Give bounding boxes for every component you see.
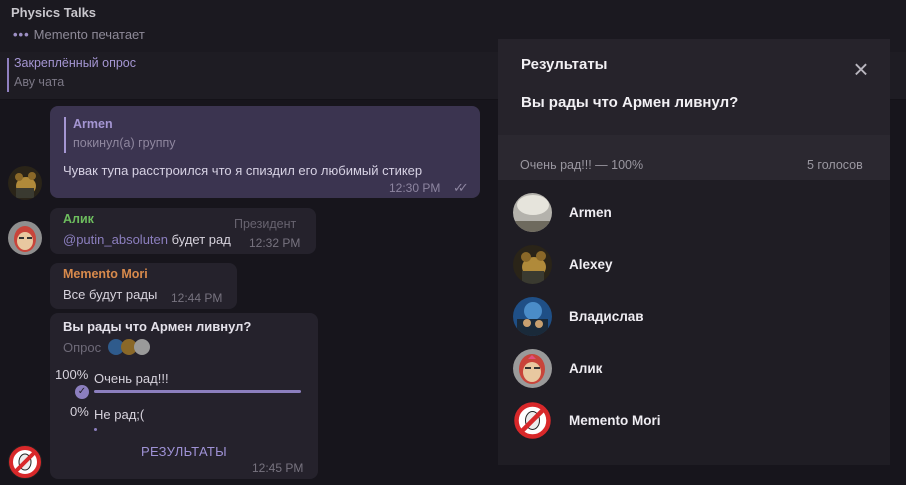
avatar xyxy=(513,245,552,284)
admin-badge: Президент xyxy=(234,217,297,231)
voter-row[interactable]: Memento Mori xyxy=(498,395,890,447)
avatar-bear[interactable] xyxy=(8,166,42,200)
poll-option-label: Не рад;( xyxy=(94,407,145,422)
avatar xyxy=(513,349,552,388)
message-text-rest: будет рад xyxy=(168,232,231,247)
pinned-accent-bar xyxy=(7,58,9,92)
avatar xyxy=(513,193,552,232)
poll-results-button[interactable]: РЕЗУЛЬТАТЫ xyxy=(141,444,227,459)
double-check-icon: ✓✓ xyxy=(453,180,469,195)
sender-name[interactable]: Алик xyxy=(63,212,94,226)
voter-row[interactable]: Алик xyxy=(498,343,890,395)
voter-name: Alexey xyxy=(569,257,613,272)
poll-option-bar xyxy=(94,428,97,431)
message-time: 12:32 PM xyxy=(249,236,301,250)
voter-name: Владислав xyxy=(569,309,644,324)
voter-row[interactable]: Armen xyxy=(498,187,890,239)
reply-sender-name[interactable]: Armen xyxy=(73,117,113,131)
dialog-title: Результаты xyxy=(521,56,608,73)
dialog-header xyxy=(498,39,890,135)
poll-option-bar xyxy=(94,390,301,393)
poll-question: Вы рады что Армен ливнул? xyxy=(63,319,252,334)
reply-text: покинул(а) группу xyxy=(73,136,176,150)
message-time: 12:30 PM xyxy=(389,181,441,195)
poll-option-percent: 0% xyxy=(70,404,89,419)
message-time: 12:44 PM xyxy=(171,291,223,305)
typing-text: Memento печатает xyxy=(33,27,145,42)
typing-dots-icon: ••• xyxy=(13,27,30,42)
reply-accent-bar xyxy=(64,117,66,153)
voter-name: Алик xyxy=(569,361,603,376)
mention-link[interactable]: @putin_absoluten xyxy=(63,232,168,247)
dialog-poll-question: Вы рады что Армен ливнул? xyxy=(521,94,739,111)
voter-name: Armen xyxy=(569,205,612,220)
avatar-ironman[interactable] xyxy=(8,221,42,255)
poll-option-label: Очень рад!!! xyxy=(94,371,169,386)
chosen-check-icon: ✓ xyxy=(75,385,89,399)
voter-row[interactable]: Владислав xyxy=(498,291,890,343)
poll-recent-voters xyxy=(107,338,155,361)
poll-option-percent: 100% xyxy=(55,367,89,382)
voter-avatar-mini-icon xyxy=(134,339,150,355)
voter-name: Memento Mori xyxy=(569,413,661,428)
chat-title[interactable]: Physics Talks xyxy=(11,5,96,20)
close-icon[interactable]: × xyxy=(850,56,872,82)
voter-row[interactable]: Alexey xyxy=(498,239,890,291)
avatar xyxy=(513,297,552,336)
option-vote-count: 5 голосов xyxy=(807,158,863,172)
avatar-ghostbusters[interactable] xyxy=(8,445,42,479)
poll-type-label: Опрос xyxy=(63,340,102,355)
pinned-title: Закреплённый опрос xyxy=(14,56,137,70)
option-section-label: Очень рад!!! — 100% xyxy=(520,158,644,172)
avatar xyxy=(513,401,552,440)
pinned-text: Аву чата xyxy=(14,75,65,89)
message-time: 12:45 PM xyxy=(252,461,304,475)
message-text: @putin_absoluten будет рад xyxy=(63,232,231,247)
sender-name[interactable]: Memento Mori xyxy=(63,267,148,281)
typing-indicator: ••• Memento печатает xyxy=(13,27,145,42)
message-text: Все будут рады xyxy=(63,287,158,302)
message-text: Чувак тупа расстроился что я спиздил его… xyxy=(63,163,423,178)
